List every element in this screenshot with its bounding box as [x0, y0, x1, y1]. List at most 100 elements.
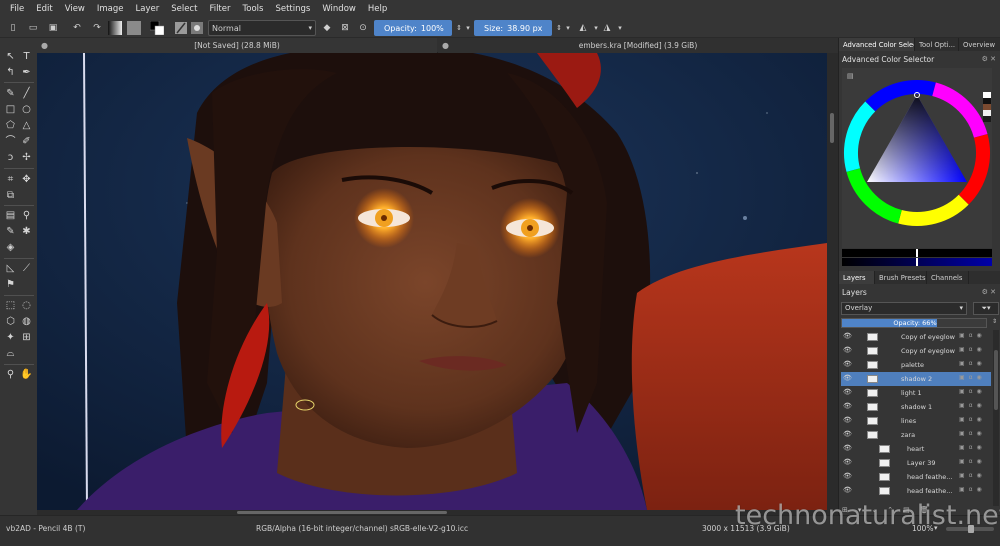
line-tool-icon[interactable]: ╱: [20, 87, 33, 100]
eye-icon[interactable]: 👁: [843, 388, 852, 396]
select-shapes-icon[interactable]: ↖: [4, 50, 17, 63]
save-icon[interactable]: ▣: [46, 21, 60, 35]
eye-icon[interactable]: 👁: [843, 486, 852, 494]
vertical-scrollbar[interactable]: [827, 53, 838, 510]
menu-view[interactable]: View: [59, 4, 91, 14]
dynamic-brush-icon[interactable]: ↄ: [4, 151, 17, 164]
scroll-thumb[interactable]: [830, 113, 834, 143]
layer-flags-icon[interactable]: ▣ α ◉: [959, 332, 983, 339]
tab-brush-presets[interactable]: Brush Presets: [875, 271, 927, 284]
eye-icon[interactable]: 👁: [843, 458, 852, 466]
text-tool-icon[interactable]: T: [20, 50, 33, 63]
eye-icon[interactable]: 👁: [843, 346, 852, 354]
chevron-down-icon[interactable]: ▾: [564, 20, 572, 36]
bezier-tool-icon[interactable]: ⌒: [4, 135, 17, 148]
color-wheel[interactable]: [842, 78, 992, 228]
chevron-down-icon[interactable]: ▾: [464, 20, 472, 36]
menu-window[interactable]: Window: [316, 4, 362, 14]
layer-blend-mode-select[interactable]: Overlay ▾: [841, 302, 967, 315]
multibrush-icon[interactable]: ✢: [20, 151, 33, 164]
measure-tool-icon[interactable]: ⟋: [20, 262, 33, 275]
layer-row[interactable]: 👁 Layer 39 ▣ α ◉: [841, 456, 991, 470]
menu-tools[interactable]: Tools: [237, 4, 270, 14]
scroll-thumb[interactable]: [237, 511, 447, 514]
tab-channels[interactable]: Channels: [927, 271, 969, 284]
eye-icon[interactable]: 👁: [843, 402, 852, 410]
move-tool-icon[interactable]: ✥: [20, 173, 33, 186]
tab-tool-options[interactable]: Tool Opti...: [915, 38, 959, 51]
layer-filter-button[interactable]: ⏷▾: [973, 302, 999, 315]
docker-float-close-icon[interactable]: ⚙ ✕: [982, 288, 996, 296]
brush-settings-icon[interactable]: [190, 21, 204, 35]
eye-icon[interactable]: 👁: [843, 332, 852, 340]
menu-file[interactable]: File: [4, 4, 30, 14]
contiguous-selection-icon[interactable]: ✦: [4, 331, 17, 344]
layer-flags-icon[interactable]: ▣ α ◉: [959, 486, 983, 493]
eye-icon[interactable]: 👁: [843, 416, 852, 424]
freehand-brush-icon[interactable]: ✎: [4, 87, 17, 100]
color-slider-bar-2[interactable]: [842, 258, 992, 266]
layer-row[interactable]: 👁 light 1 ▣ α ◉: [841, 386, 991, 400]
eye-icon[interactable]: 👁: [843, 360, 852, 368]
mirror-horizontal-icon[interactable]: ◭: [576, 21, 590, 35]
layer-flags-icon[interactable]: ▣ α ◉: [959, 430, 983, 437]
layer-row[interactable]: 👁 Copy of eyeglow ...▣ α ◉: [841, 344, 991, 358]
layer-row[interactable]: 👁 palette ▣ α ◉: [841, 358, 991, 372]
preserve-alpha-icon[interactable]: ⊠: [338, 21, 352, 35]
calligraphy-icon[interactable]: ✒: [20, 66, 33, 79]
mirror-vertical-icon[interactable]: ◮: [600, 21, 614, 35]
eraser-mode-icon[interactable]: ◆: [320, 21, 334, 35]
tab-layers[interactable]: Layers: [839, 271, 875, 284]
smart-patch-icon[interactable]: ✱: [20, 225, 33, 238]
document-tab-unsaved[interactable]: ● [Not Saved] (28.8 MiB): [37, 38, 437, 53]
menu-help[interactable]: Help: [362, 4, 393, 14]
document-tab-embers[interactable]: ● embers.kra [Modified] (3.9 GiB): [438, 38, 838, 53]
eye-icon[interactable]: 👁: [843, 444, 852, 452]
rectangle-tool-icon[interactable]: □: [4, 103, 17, 116]
menu-layer[interactable]: Layer: [130, 4, 166, 14]
layer-opacity-slider[interactable]: Opacity: 66%: [841, 318, 987, 328]
color-picker-icon[interactable]: ⚲: [20, 209, 33, 222]
new-document-icon[interactable]: ▯: [6, 21, 20, 35]
reference-images-icon[interactable]: ⚑: [4, 278, 17, 291]
polygon-tool-icon[interactable]: ⬠: [4, 119, 17, 132]
layer-flags-icon[interactable]: ▣ α ◉: [959, 472, 983, 479]
chevron-down-icon[interactable]: ▾: [592, 20, 600, 36]
brush-size-slider[interactable]: Size: 38.90 px: [474, 20, 552, 36]
close-icon[interactable]: ●: [41, 41, 48, 50]
gradient-swatch[interactable]: [108, 21, 122, 35]
colorize-mask-icon[interactable]: ✎: [4, 225, 17, 238]
menu-select[interactable]: Select: [165, 4, 203, 14]
ellipse-selection-icon[interactable]: ◌: [20, 299, 33, 312]
layer-flags-icon[interactable]: ▣ α ◉: [959, 416, 983, 423]
layer-flags-icon[interactable]: ▣ α ◉: [959, 360, 983, 367]
eye-icon[interactable]: 👁: [843, 472, 852, 480]
color-slider-bar-1[interactable]: [842, 249, 992, 257]
chevron-down-icon[interactable]: ▾: [616, 20, 624, 36]
polyline-tool-icon[interactable]: △: [20, 119, 33, 132]
polygon-selection-icon[interactable]: ⬡: [4, 315, 17, 328]
blend-mode-select[interactable]: Normal ▾: [208, 20, 316, 36]
ellipse-tool-icon[interactable]: ○: [20, 103, 33, 116]
rect-selection-icon[interactable]: ⬚: [4, 299, 17, 312]
freehand-selection-icon[interactable]: ◍: [20, 315, 33, 328]
brush-preset-icon[interactable]: [174, 21, 188, 35]
menu-settings[interactable]: Settings: [269, 4, 316, 14]
color-swap-icon[interactable]: [150, 21, 164, 35]
wrap-around-icon[interactable]: ⊙: [356, 21, 370, 35]
opacity-spinner-icon[interactable]: ⇕: [454, 20, 464, 36]
layer-flags-icon[interactable]: ▣ α ◉: [959, 388, 983, 395]
undo-icon[interactable]: ↶: [70, 21, 84, 35]
tab-advanced-color-selector[interactable]: Advanced Color Selec...: [839, 38, 915, 51]
eye-icon[interactable]: 👁: [843, 430, 852, 438]
eye-icon[interactable]: 👁: [843, 374, 852, 382]
tab-overview[interactable]: Overview: [959, 38, 1000, 51]
transform-tool-icon[interactable]: ⧉: [4, 189, 17, 202]
assistant-tool-icon[interactable]: ◺: [4, 262, 17, 275]
layer-row[interactable]: 👁 lines ▣ α ◉: [841, 414, 991, 428]
layer-flags-icon[interactable]: ▣ α ◉: [959, 458, 983, 465]
similar-selection-icon[interactable]: ⊞: [20, 331, 33, 344]
layer-row[interactable]: 👁 shadow 1 ▣ α ◉: [841, 400, 991, 414]
menu-filter[interactable]: Filter: [203, 4, 236, 14]
layer-flags-icon[interactable]: ▣ α ◉: [959, 374, 983, 381]
